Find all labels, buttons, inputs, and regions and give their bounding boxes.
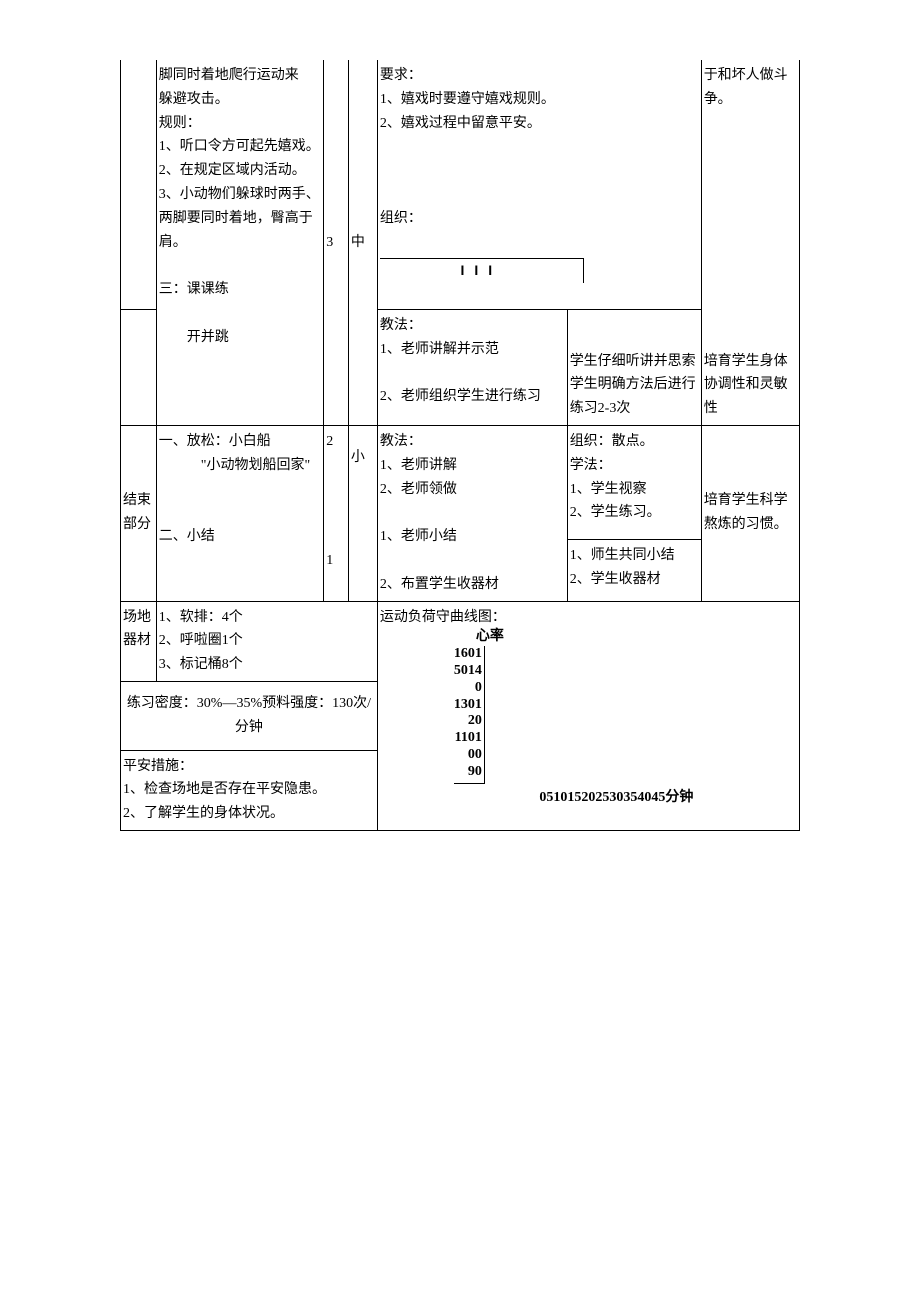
text: 2 <box>326 434 333 449</box>
text: 中 <box>351 235 365 250</box>
load-chart-cell: 运动负荷 守曲线图： 心率 1601 5014 0 1301 20 1101 0… <box>377 601 799 830</box>
r1-intensity: 中 <box>348 60 377 425</box>
text: 2、了解学生的身体状况。 <box>123 806 284 821</box>
ytick: 1301 <box>454 697 482 712</box>
text: 1、老师讲解并示范 <box>380 342 499 357</box>
text: 3、小动物们躲球时两手、两脚要同时着地，臀高于肩。 <box>159 187 320 250</box>
text: 三：课课练 <box>159 282 229 297</box>
r2-goal: 培育学生科学熬炼的习惯。 <box>701 425 799 601</box>
y-axis-label: 心率 <box>454 629 504 646</box>
text: 3 <box>326 235 333 250</box>
density-row: 练习密度：30%—35%预料强度：130次/分钟 <box>121 681 378 750</box>
r1-teaching-lower: 教法： 1、老师讲解并示范 2、老师组织学生进行练习 <box>377 309 567 425</box>
text: 培育学生身体协调性和灵敏性 <box>704 354 788 417</box>
text: 2、老师组织学生进行练习 <box>380 389 541 404</box>
text: 教法： <box>380 318 422 333</box>
ytick: 00 <box>468 747 482 762</box>
text: 二、小结 <box>159 529 215 544</box>
safety-row: 平安措施： 1、检查场地是否存在平安隐患。 2、了解学生的身体状况。 <box>121 750 378 830</box>
text: 一、放松：小白船 <box>159 434 271 449</box>
r2-student-b: 1、师生共同小结 2、学生收器材 <box>567 539 701 601</box>
text: 1 <box>326 553 333 568</box>
r1-times: 3 <box>324 60 349 425</box>
r2-content: 一、放松：小白船 "小动物划船回家" 二、小结 <box>156 425 324 601</box>
text: 1、老师小结 <box>380 529 457 544</box>
text: 躲避攻击。 <box>159 92 229 107</box>
r1-goal: 于和坏人做斗争。 培育学生身体协调性和灵敏性 <box>701 60 799 425</box>
text: 结束部分 <box>123 493 151 532</box>
formation-icon: III <box>380 259 583 283</box>
text: 培育学生科学熬炼的习惯。 <box>704 493 788 532</box>
text: 2、呼啦圈1个 <box>159 633 243 648</box>
text: "小动物划船回家" <box>159 458 310 473</box>
text: 1、师生共同小结 <box>570 548 675 563</box>
r2-student-a: 组织：散点。 学法： 1、学生视察 2、学生练习。 <box>567 425 701 539</box>
ytick: 1601 <box>454 646 482 661</box>
equipment-label: 场地器材 <box>121 601 157 681</box>
ytick: 1101 <box>455 730 482 745</box>
lesson-plan-table: 脚同时着地爬行运动来 躲避攻击。 规则： 1、听口令方可起先嬉戏。 2、在规定区… <box>120 60 800 831</box>
text: 1、学生视察 <box>570 482 647 497</box>
text: 学生仔细听讲并思索 <box>570 354 696 369</box>
text: 3、标记桶8个 <box>159 657 243 672</box>
text: 1、老师讲解 <box>380 458 457 473</box>
text: 学生明确方法后进行练习2-3次 <box>570 377 696 416</box>
text: 1、软排：4个 <box>159 610 243 625</box>
text: 1、检查场地是否存在平安隐患。 <box>123 782 326 797</box>
text: 2、学生练习。 <box>570 505 661 520</box>
ytick: 0 <box>475 680 482 695</box>
text: 规则： <box>159 116 201 131</box>
ytick: 5014 <box>454 663 482 678</box>
text: 学法： <box>570 458 612 473</box>
text: 2、学生收器材 <box>570 572 661 587</box>
text: 小 <box>351 450 365 465</box>
text: 2、嬉戏过程中留意平安。 <box>380 116 541 131</box>
text: 脚同时着地爬行运动来 <box>159 68 299 83</box>
text: 教法： <box>380 434 422 449</box>
text: 于和坏人做斗争。 <box>704 68 788 107</box>
text: 场地器材 <box>123 610 151 649</box>
x-ticks: 051015202530354045分钟 <box>436 790 797 807</box>
text: 组织：散点。 <box>570 434 654 449</box>
r1-teaching-upper: 要求： 1、嬉戏时要遵守嬉戏规则。 2、嬉戏过程中留意平安。 组织： III <box>377 60 701 309</box>
text: 2、在规定区域内活动。 <box>159 163 306 178</box>
r2-times: 2 1 <box>324 425 349 601</box>
r2-teacher: 教法： 1、老师讲解 2、老师领做 1、老师小结 2、布置学生收器材 <box>377 425 567 601</box>
text: 平安措施： <box>123 759 193 774</box>
text: 开并跳 <box>159 330 229 345</box>
text: 2、老师领做 <box>380 482 457 497</box>
load-label: 运动负荷 <box>380 606 436 630</box>
r1-content: 脚同时着地爬行运动来 躲避攻击。 规则： 1、听口令方可起先嬉戏。 2、在规定区… <box>156 60 324 425</box>
section-end-label: 结束部分 <box>121 425 157 601</box>
text: 1、听口令方可起先嬉戏。 <box>159 139 320 154</box>
text: 2、布置学生收器材 <box>380 577 499 592</box>
ytick: 90 <box>468 764 482 779</box>
r1-col1 <box>121 60 157 309</box>
equipment-list: 1、软排：4个 2、呼啦圈1个 3、标记桶8个 <box>156 601 377 681</box>
r2-intensity: 小 <box>348 425 377 601</box>
chart-title: 守曲线图： <box>436 606 797 630</box>
r1b-col1 <box>121 309 157 425</box>
text: 练习密度：30%—35%预料强度：130次/分钟 <box>127 696 371 735</box>
text: 1、嬉戏时要遵守嬉戏规则。 <box>380 92 555 107</box>
chart-area: 心率 1601 5014 0 1301 20 1101 00 90 051015… <box>436 629 797 806</box>
y-ticks: 1601 5014 0 1301 20 1101 00 90 <box>454 646 485 783</box>
text: 组织： <box>380 211 422 226</box>
text: 要求： <box>380 68 422 83</box>
r1-student: 学生仔细听讲并思索 学生明确方法后进行练习2-3次 <box>567 309 701 425</box>
ytick: 20 <box>468 713 482 728</box>
